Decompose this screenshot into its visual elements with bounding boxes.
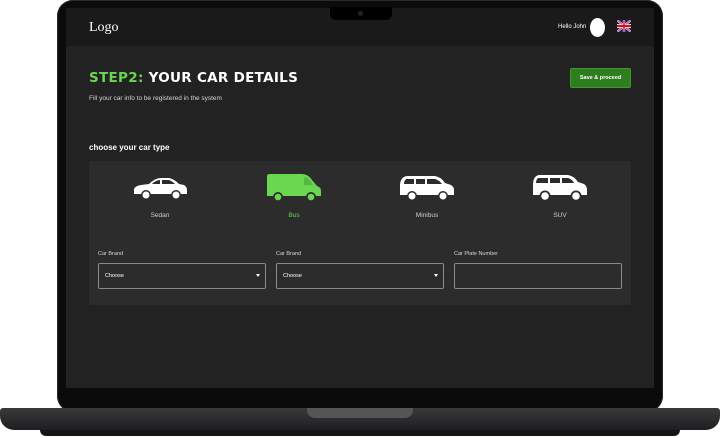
- car-brand-value-2: Choose: [283, 273, 302, 279]
- car-brand-label-2: Car Brand: [276, 251, 302, 257]
- minibus-icon: [400, 176, 454, 201]
- car-option-minibus[interactable]: Minibus: [382, 168, 472, 234]
- avatar[interactable]: [590, 18, 605, 37]
- car-option-label: Sedan: [150, 212, 170, 219]
- step-number: STEP2:: [89, 70, 144, 86]
- sedan-icon: [134, 178, 187, 200]
- uk-flag-icon[interactable]: [617, 20, 631, 32]
- laptop-base-notch: [307, 408, 413, 418]
- car-plate-label: Car Plate Number: [454, 251, 499, 257]
- car-option-suv[interactable]: SUV: [515, 168, 605, 234]
- screen: Logo Hello John STEP2: YOUR CAR DETAILS …: [66, 8, 654, 388]
- screen-bezel-bottom: [66, 388, 654, 408]
- logo[interactable]: Logo: [89, 20, 119, 36]
- car-option-sedan[interactable]: Sedan: [115, 168, 205, 234]
- car-option-label: Minibus: [415, 212, 439, 219]
- laptop-feet: [40, 430, 680, 436]
- page-subtitle: Fill your car info to be registered in t…: [89, 95, 222, 102]
- step-title-text: YOUR CAR DETAILS: [148, 70, 299, 86]
- car-option-label: Bus: [288, 212, 300, 219]
- car-brand-select-2[interactable]: Choose: [276, 263, 444, 289]
- user-greeting: Hello John: [558, 24, 587, 30]
- car-details-panel: Sedan Bus Minibus SUV Car Brand Choose C…: [89, 161, 631, 305]
- car-brand-value: Choose: [105, 273, 124, 279]
- page-title: STEP2: YOUR CAR DETAILS: [89, 70, 298, 86]
- camera-icon: [358, 11, 363, 16]
- car-option-label: SUV: [553, 212, 567, 219]
- car-type-label: choose your car type: [89, 143, 170, 152]
- suv-icon: [533, 175, 587, 202]
- chevron-down-icon: [434, 274, 438, 277]
- car-brand-label: Car Brand: [98, 251, 124, 257]
- car-option-bus[interactable]: Bus: [249, 168, 339, 234]
- save-proceed-button[interactable]: Save & proceed: [570, 68, 631, 88]
- car-brand-select[interactable]: Choose: [98, 263, 266, 289]
- chevron-down-icon: [256, 274, 260, 277]
- car-plate-input[interactable]: [454, 263, 622, 289]
- van-icon: [267, 174, 321, 202]
